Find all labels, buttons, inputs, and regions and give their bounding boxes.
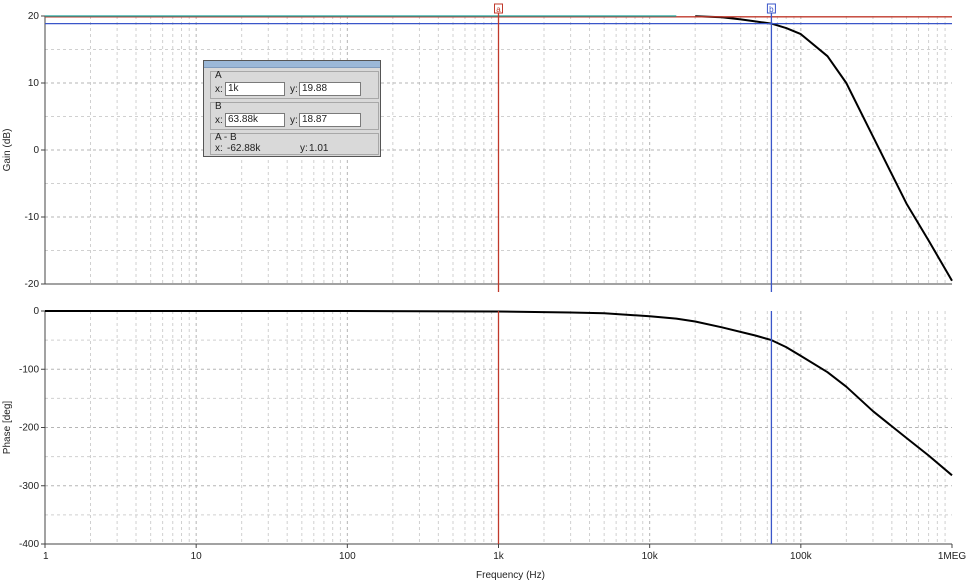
phase-x-tick-label: 1k <box>493 551 505 562</box>
cursor-a-marker-label: a <box>496 5 501 14</box>
cursor-diff-y-value: 1.01 <box>309 143 329 154</box>
cursor-a-y-label: y: <box>290 84 298 95</box>
gain-y-tick-label: -10 <box>25 212 40 223</box>
cursor-readout-panel[interactable]: A x: 1k y: 19.88 B x: 63.88k y: 18.87 A … <box>203 60 381 157</box>
cursor-diff-x-label: x: <box>215 143 223 154</box>
cursor-b-group: B x: 63.88k y: 18.87 <box>210 102 379 130</box>
phase-x-tick-label: 10 <box>191 551 203 562</box>
cursor-b-y-field[interactable]: 18.87 <box>299 113 361 127</box>
cursor-diff-group: A - B x: -62.88k y: 1.01 <box>210 133 379 155</box>
gain-y-tick-label: 20 <box>28 11 40 22</box>
phase-y-tick-label: -200 <box>19 423 39 434</box>
cursor-a-title: A <box>215 70 222 81</box>
gain-y-tick-label: 0 <box>33 145 39 156</box>
panel-title-bar[interactable] <box>204 61 380 68</box>
cursor-b-x-label: x: <box>215 115 223 126</box>
cursor-diff-y-label: y: <box>300 143 308 154</box>
cursor-a-x-label: x: <box>215 84 223 95</box>
cursor-a-y-field[interactable]: 19.88 <box>299 82 361 96</box>
phase-y-tick-label: -400 <box>19 539 39 550</box>
gain-y-tick-label: -20 <box>25 279 40 290</box>
phase-x-tick-label: 10k <box>642 551 659 562</box>
cursor-diff-title: A - B <box>215 132 237 143</box>
cursor-a-group: A x: 1k y: 19.88 <box>210 71 379 99</box>
phase-x-tick-label: 1 <box>43 551 49 562</box>
cursor-b-title: B <box>215 101 222 112</box>
bode-plot: ab 20100-10-20Gain (dB)0-100-200-300-400… <box>2 3 967 581</box>
gain-y-tick-label: 10 <box>28 78 40 89</box>
phase-x-tick-label: 100 <box>339 551 356 562</box>
cursor-b-y-label: y: <box>290 115 298 126</box>
phase-x-tick-label: 1MEG <box>938 551 967 562</box>
phase-x-tick-label: 100k <box>790 551 813 562</box>
phase-y-tick-label: -300 <box>19 481 39 492</box>
phase-x-axis-label: Frequency (Hz) <box>476 570 545 581</box>
phase-y-tick-label: 0 <box>33 306 39 317</box>
gain-y-axis-label: Gain (dB) <box>2 129 13 172</box>
cursor-b-x-field[interactable]: 63.88k <box>225 113 285 127</box>
cursor-a-x-field[interactable]: 1k <box>225 82 285 96</box>
phase-y-axis-label: Phase [deg] <box>2 401 13 455</box>
cursor-b-marker-label: b <box>769 5 774 14</box>
phase-y-tick-label: -100 <box>19 364 39 375</box>
cursor-diff-x-value: -62.88k <box>227 143 261 154</box>
